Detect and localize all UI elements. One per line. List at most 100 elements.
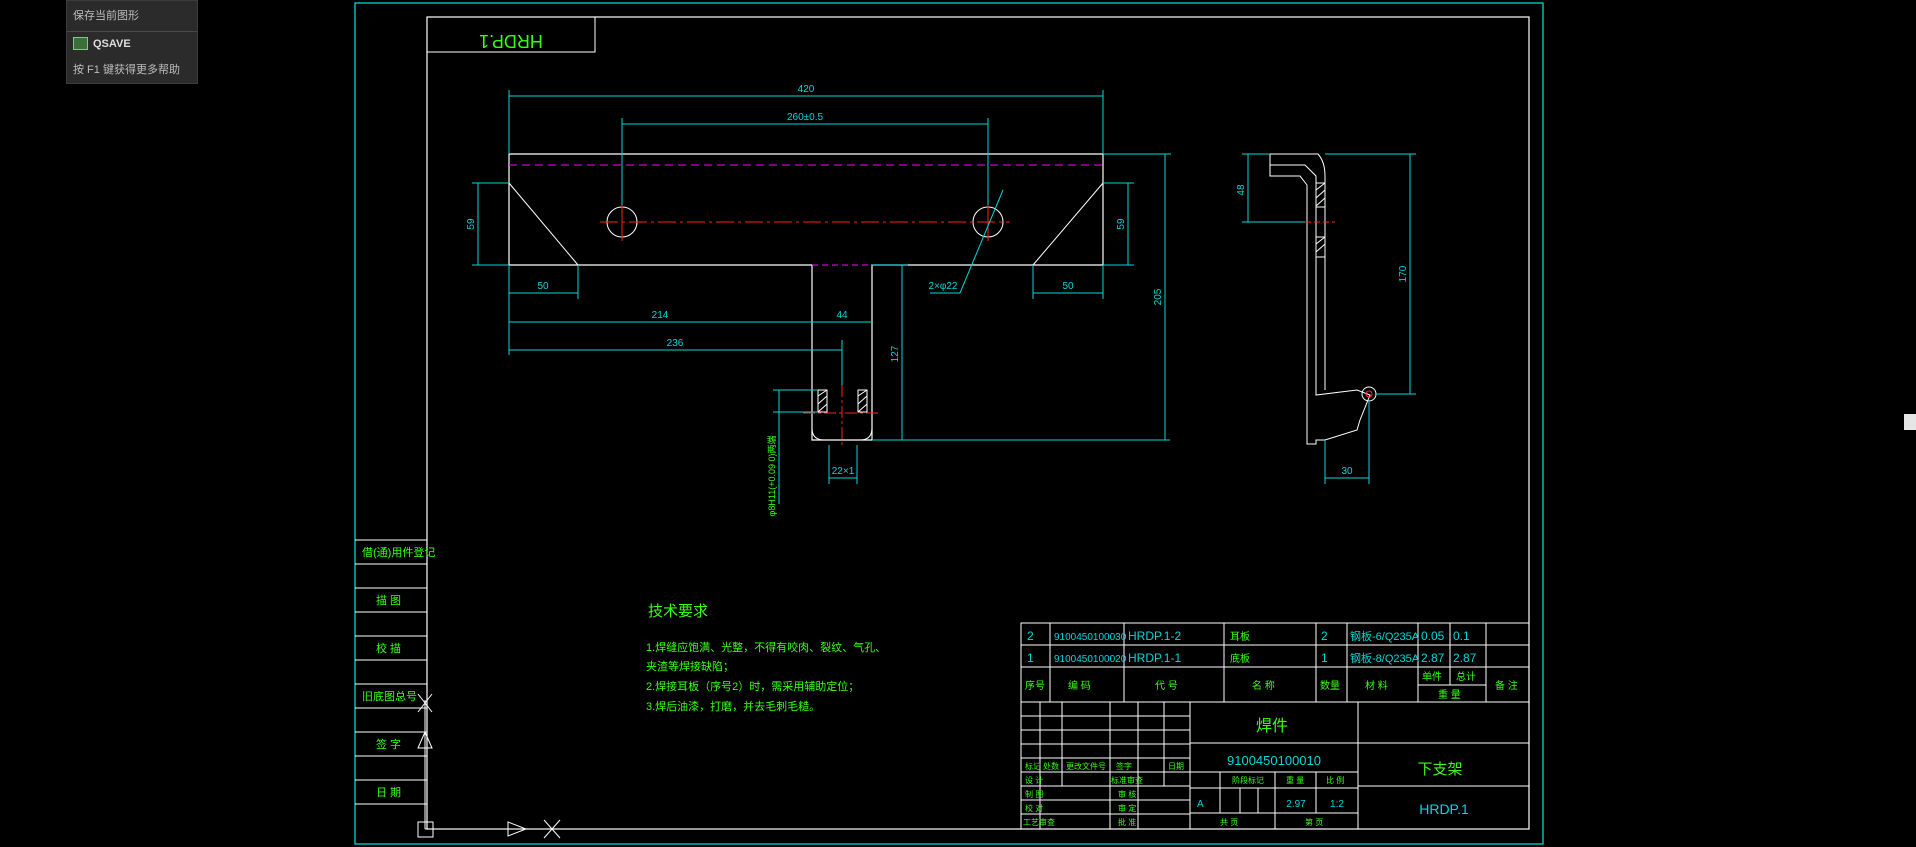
tooltip-hint: 按 F1 键获得更多帮助: [73, 64, 180, 76]
bom-row2-qty: 1: [1321, 651, 1328, 665]
bom-row1-seq: 2: [1027, 629, 1034, 643]
bom-header-remark: 备 注: [1495, 679, 1518, 692]
tech-req-line-2: 夹渣等焊接缺陷；: [646, 659, 734, 673]
bom-row1-material: 钢板-6/Q235A: [1350, 629, 1420, 643]
tb-label-design: 设 计: [1025, 775, 1043, 785]
dim-59-right: 59: [1116, 218, 1127, 230]
cad-drawing-canvas[interactable]: HRDP.1 借(通)用件登记 描 图 校 描 旧底图总号 签 字 日 期 42…: [0, 0, 1916, 847]
front-view-dimensions: [472, 90, 1171, 504]
bom-header-qty: 数量: [1320, 679, 1340, 692]
tb-label-sheets: 共 页: [1220, 818, 1238, 827]
tb-label-scale: 比 例: [1326, 775, 1344, 785]
tb-label-approve2: 批 准: [1118, 817, 1136, 827]
command-tooltip: 保存当前图形 QSAVE 按 F1 键获得更多帮助: [66, 0, 198, 84]
bom-row1-unit-wt: 0.05: [1421, 629, 1445, 643]
bom-row2-name: 底板: [1230, 652, 1250, 665]
save-icon: [73, 37, 88, 50]
dim-59-left: 59: [466, 218, 477, 230]
tb-label-draw: 制 图: [1025, 789, 1043, 799]
dim-50-right: 50: [1062, 281, 1074, 292]
tooltip-divider: [67, 31, 197, 32]
dim-236: 236: [667, 338, 684, 349]
bom-row1-drawing: HRDP.1-2: [1128, 629, 1181, 643]
bom-header-drawing: 代 号: [1155, 680, 1178, 692]
number-stamp-text: HRDP.1: [479, 31, 543, 51]
bom-row1-name: 耳板: [1230, 630, 1250, 643]
dim-420: 420: [798, 84, 815, 95]
tooltip-command: QSAVE: [73, 37, 131, 50]
tb-label-process: 工艺审查: [1023, 817, 1055, 827]
title-scale: 1:2: [1330, 799, 1344, 810]
side-view-dimension-text: 48 170 30: [1236, 184, 1409, 477]
side-view: [1269, 153, 1377, 445]
bom-row2-unit-wt: 2.87: [1421, 651, 1445, 665]
title-stage: A: [1197, 799, 1204, 810]
tech-req-line-1: 1.焊缝应饱满、光整，不得有咬肉、裂纹、气孔、: [646, 640, 886, 654]
tb-label-weight: 重 量: [1286, 775, 1304, 785]
bom-header-material: 材 料: [1365, 679, 1388, 692]
tb-label-review: 审 核: [1118, 789, 1136, 799]
bom-row1-total-wt: 0.1: [1453, 629, 1470, 643]
dim-22x1: 22×1: [832, 466, 855, 477]
side-label-1: 描 图: [376, 593, 401, 607]
tb-label-std: 标准审查: [1111, 775, 1143, 785]
dim-hole-tolerance: φ8H11(+0.09 0)两端: [766, 436, 777, 517]
tb-label-date: 日期: [1168, 762, 1184, 771]
side-label-strip: 借(通)用件登记 描 图 校 描 旧底图总号 签 字 日 期: [355, 539, 435, 829]
side-view-dimensions: [1242, 153, 1416, 484]
drawing-sheet-inner-border: [426, 16, 1530, 830]
bom-row2-total-wt: 2.87: [1453, 651, 1477, 665]
tech-req-line-4: 3.焊后油漆，打磨，并去毛刺毛糙。: [646, 699, 820, 713]
title-drawing-no: HRDP.1: [1419, 801, 1469, 817]
dim-30: 30: [1341, 466, 1353, 477]
tooltip-title: 保存当前图形: [73, 10, 139, 22]
bom-row1-code: 9100450100030: [1054, 632, 1127, 643]
bom-row2-code: 9100450100020: [1054, 654, 1127, 665]
dim-260: 260±0.5: [787, 112, 824, 123]
tb-label-change-doc: 更改文件号: [1066, 761, 1106, 771]
tb-label-mark: 标记: [1025, 761, 1041, 771]
dim-205: 205: [1153, 288, 1164, 305]
bom-header-total: 总计: [1456, 670, 1476, 683]
bom-row2-material: 钢板-8/Q235A: [1350, 651, 1420, 665]
title-part-type: 焊件: [1256, 717, 1288, 735]
bom-row1-qty: 2: [1321, 629, 1328, 643]
vertical-scrollbar-thumb[interactable]: [1904, 414, 1916, 430]
bom-header-seq: 序号: [1025, 679, 1045, 692]
front-view: [508, 153, 1104, 445]
tb-label-stage-mark: 阶段标记: [1232, 775, 1264, 785]
bom-header-name: 名 称: [1252, 679, 1275, 692]
title-part-name: 下支架: [1417, 761, 1462, 778]
bom-table-text: 2 9100450100030 HRDP.1-2 耳板 2 钢板-6/Q235A…: [1027, 629, 1477, 665]
tb-label-approve: 审 定: [1118, 803, 1136, 813]
dim-170: 170: [1398, 265, 1409, 282]
title-part-code: 9100450100010: [1227, 753, 1321, 768]
drawing-sheet-outer-border: [354, 2, 1544, 845]
bom-header-weight: 重 量: [1438, 688, 1461, 701]
tech-req-line-3: 2.焊接耳板（序号2）时，需采用辅助定位；: [646, 679, 859, 693]
tb-label-proofread: 校 对: [1025, 803, 1043, 813]
bom-row2-drawing: HRDP.1-1: [1128, 651, 1181, 665]
side-label-2: 校 描: [376, 641, 401, 655]
dim-50-left: 50: [537, 281, 549, 292]
side-label-5: 日 期: [376, 786, 401, 799]
front-view-dimension-text: 420 260±0.5 59 59 50 50 214 44 236 2×φ22…: [466, 84, 1164, 516]
dim-44: 44: [836, 310, 848, 321]
tb-label-sign: 签字: [1116, 761, 1132, 771]
side-label-3: 旧底图总号: [362, 689, 417, 703]
bom-row2-seq: 1: [1027, 651, 1034, 665]
tb-label-sheet: 第 页: [1305, 817, 1323, 827]
technical-requirements: 技术要求 1.焊缝应饱满、光整，不得有咬肉、裂纹、气孔、 夹渣等焊接缺陷； 2.…: [646, 603, 886, 713]
tb-label-count: 处数: [1043, 761, 1059, 771]
dim-214: 214: [652, 310, 669, 321]
title-weight: 2.97: [1286, 799, 1306, 810]
dim-127: 127: [890, 345, 901, 362]
side-label-0: 借(通)用件登记: [362, 545, 435, 559]
dim-2x22: 2×φ22: [928, 281, 957, 292]
side-label-4: 签 字: [376, 737, 401, 751]
ucs-icon: [417, 693, 561, 839]
tech-req-title: 技术要求: [648, 603, 708, 620]
dim-48: 48: [1236, 184, 1247, 196]
bom-header-unit: 单件: [1422, 671, 1442, 683]
bom-header-code: 编 码: [1068, 679, 1091, 692]
